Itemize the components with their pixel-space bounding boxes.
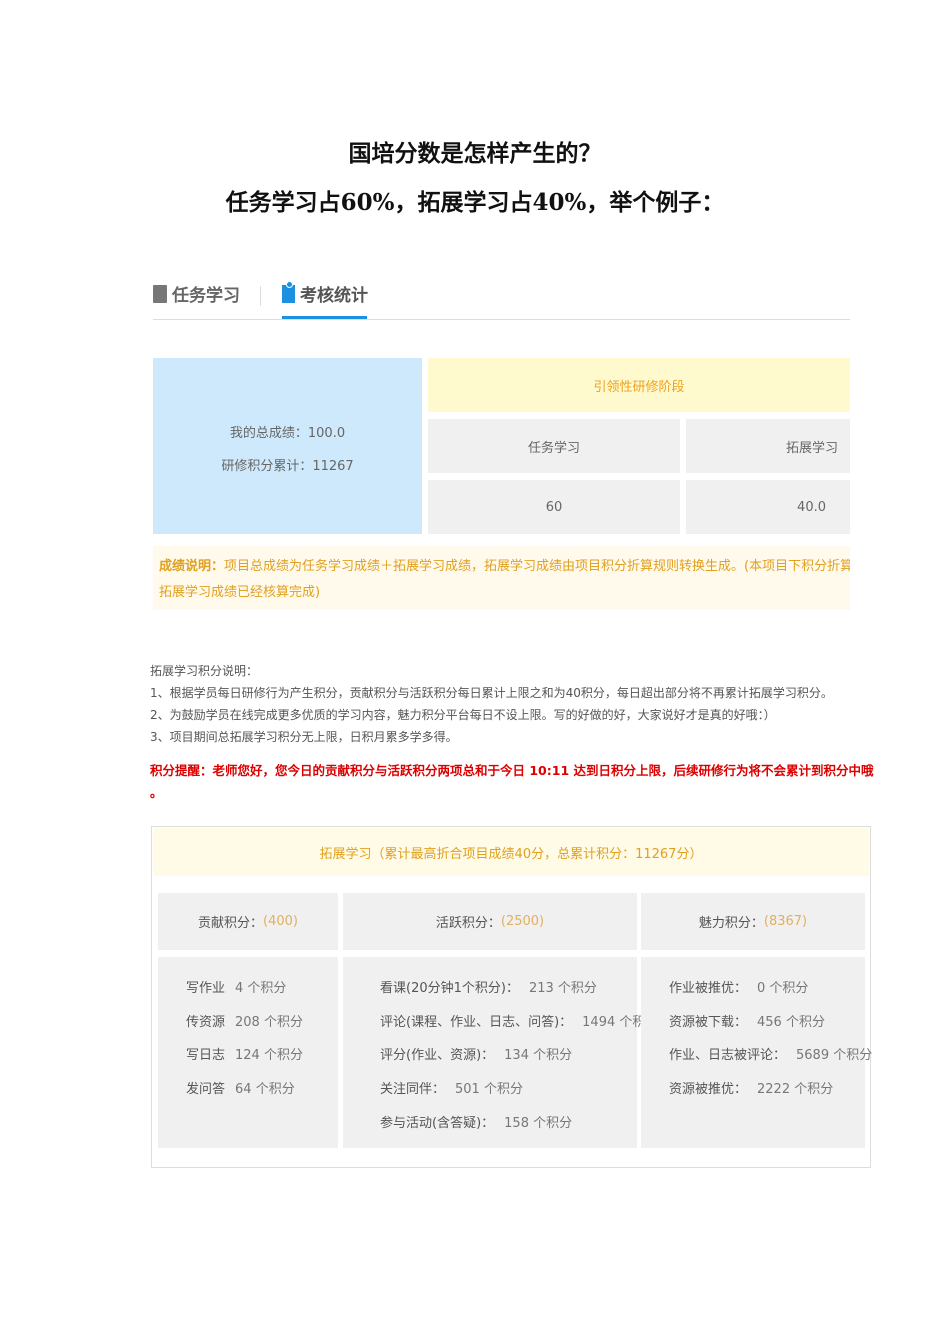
detail-name: 资源被推优：: [669, 1082, 748, 1097]
category-activity: 活跃积分： (2500): [343, 893, 637, 950]
note-line: 拓展学习成绩已经核算完成): [159, 585, 321, 600]
detail-row: 参与活动(含答疑)： 158 个积分: [380, 1112, 572, 1131]
detail-value: 2222 个积分: [757, 1082, 834, 1097]
activity-details: 看课(20分钟1个积分)： 213 个积分 评论(课程、作业、日志、问答)： 149…: [343, 957, 658, 1148]
task-learning-score: 60: [428, 480, 680, 534]
charm-details: 作业被推优： 0 个积分 资源被下载： 456 个积分 作业、日志被评论： 5689 …: [641, 957, 872, 1148]
score-note: 成绩说明：项目总成绩为任务学习成绩＋拓展学习成绩，拓展学习成绩由项目积分折算规则…: [153, 546, 850, 610]
col-task-learning: 任务学习: [428, 419, 680, 473]
category-label: 贡献积分：: [198, 916, 264, 931]
detail-row: 写日志 124 个积分: [186, 1044, 303, 1063]
extended-learning-score: 40.0: [686, 480, 850, 534]
detail-name: 作业被推优：: [669, 981, 748, 996]
detail-row: 评分(作业、资源)： 134 个积分: [380, 1044, 572, 1063]
note-label: 成绩说明：: [159, 559, 225, 574]
extended-learning-panel: 拓展学习（累计最高折合项目成绩40分，总累计积分：11267分） 贡献积分： (4…: [151, 826, 872, 1168]
page-title: 国培分数是怎样产生的？: [348, 140, 602, 167]
note-line: 项目总成绩为任务学习成绩＋拓展学习成绩，拓展学习成绩由项目积分折算规则转换生成。…: [224, 559, 850, 574]
detail-row: 资源被推优： 2222 个积分: [669, 1078, 833, 1097]
category-value: (8367): [763, 914, 808, 929]
detail-name: 参与活动(含答疑)：: [380, 1116, 495, 1131]
detail-row: 评论(课程、作业、日志、问答)： 1494 个积分: [380, 1011, 658, 1030]
detail-name: 评论(课程、作业、日志、问答)：: [380, 1015, 573, 1030]
detail-value: 501 个积分: [455, 1082, 523, 1097]
detail-row: 写作业 4 个积分: [186, 977, 286, 996]
detail-value: 5689 个积分: [796, 1048, 873, 1063]
detail-name: 写作业: [186, 981, 226, 996]
total-score: 我的总成绩：100.0: [229, 426, 346, 441]
detail-name: 发问答: [186, 1082, 226, 1097]
detail-row: 关注同伴： 501 个积分: [380, 1078, 523, 1097]
contribution-details: 写作业 4 个积分 传资源 208 个积分 写日志 124 个积分 发问答 64 个积分: [158, 957, 338, 1148]
detail-name: 作业、日志被评论：: [669, 1048, 787, 1063]
detail-row: 看课(20分钟1个积分)： 213 个积分: [380, 977, 597, 996]
detail-name: 关注同伴：: [380, 1082, 446, 1097]
detail-name: 看课(20分钟1个积分)：: [380, 981, 519, 996]
detail-name: 写日志: [186, 1048, 226, 1063]
total-points: 研修积分累计：11267: [221, 459, 354, 474]
detail-value: 64 个积分: [235, 1082, 295, 1097]
tab-divider: [260, 286, 261, 306]
detail-row: 发问答 64 个积分: [186, 1078, 295, 1097]
rule-item: 2、为鼓励学员在线完成更多优质的学习内容，魅力积分平台每日不设上限。写的好做的好…: [150, 708, 776, 722]
detail-name: 评分(作业、资源)：: [380, 1048, 495, 1063]
category-label: 活跃积分：: [435, 916, 501, 931]
category-contribution: 贡献积分： (400): [158, 893, 338, 950]
tab-label: 考核统计: [300, 286, 368, 306]
points-warning-tail: 。: [150, 785, 163, 800]
detail-value: 134 个积分: [504, 1048, 573, 1063]
detail-value: 158 个积分: [504, 1116, 573, 1131]
detail-value: 0 个积分: [757, 981, 809, 996]
detail-value: 213 个积分: [528, 981, 597, 996]
rule-item: 3、项目期间总拓展学习积分无上限，日积月累多学多得。: [150, 730, 458, 744]
tab-assessment-stats[interactable]: 考核统计: [282, 280, 368, 306]
stage-header: 引领性研修阶段: [428, 358, 850, 412]
category-value: (2500): [500, 914, 545, 929]
active-tab-indicator: [282, 316, 367, 319]
category-charm: 魅力积分： (8367): [641, 893, 865, 950]
detail-name: 传资源: [186, 1015, 226, 1030]
col-extended-learning: 拓展学习: [686, 419, 850, 473]
detail-row: 传资源 208 个积分: [186, 1011, 303, 1030]
category-value: (400): [263, 914, 298, 929]
detail-row: 作业被推优： 0 个积分: [669, 977, 808, 996]
detail-value: 456 个积分: [757, 1015, 825, 1030]
tabs-baseline: [153, 319, 850, 320]
rule-item: 1、根据学员每日研修行为产生积分，贡献积分与活跃积分每日累计上限之和为40积分，…: [150, 686, 833, 700]
total-score-box: 我的总成绩：100.0 研修积分累计：11267: [153, 358, 422, 534]
detail-value: 4 个积分: [235, 981, 287, 996]
panel-header: 拓展学习（累计最高折合项目成绩40分，总累计积分：11267分）: [153, 828, 869, 876]
clipboard-icon: [282, 280, 295, 303]
rules-heading: 拓展学习积分说明：: [150, 664, 259, 678]
tab-task-learning[interactable]: 任务学习: [153, 281, 240, 306]
detail-value: 208 个积分: [235, 1015, 303, 1030]
detail-value: 124 个积分: [235, 1048, 303, 1063]
points-warning: 积分提醒：老师您好，您今日的贡献积分与活跃积分两项总和于今日 10:11 达到日…: [150, 763, 874, 778]
detail-name: 资源被下载：: [669, 1015, 748, 1030]
page-subtitle: 任务学习占60%，拓展学习占40%，举个例子：: [225, 189, 725, 216]
detail-row: 资源被下载： 456 个积分: [669, 1011, 825, 1030]
detail-row: 作业、日志被评论： 5689 个积分: [669, 1044, 872, 1063]
book-icon: [153, 284, 167, 303]
tab-label: 任务学习: [172, 286, 240, 306]
category-label: 魅力积分：: [698, 916, 764, 931]
